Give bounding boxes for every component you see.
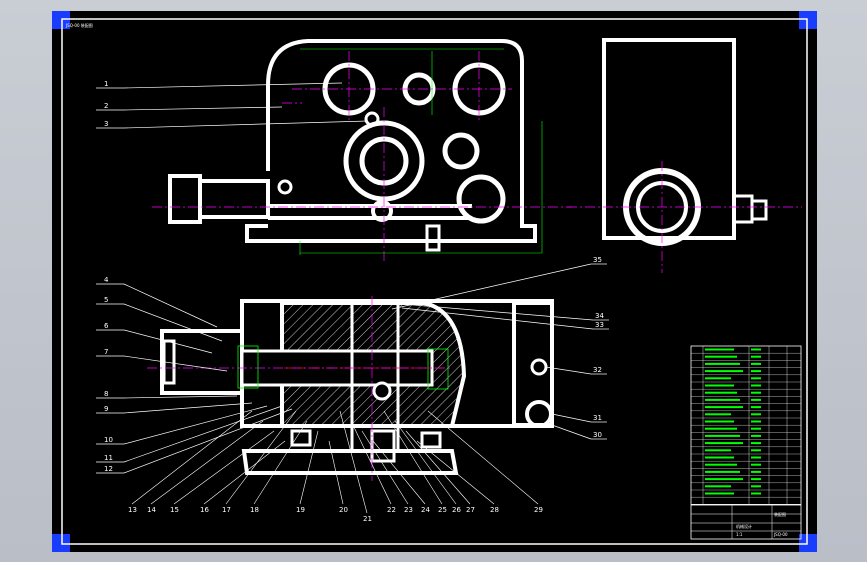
part-label-26: 26 xyxy=(452,506,461,514)
part-label-22: 22 xyxy=(387,506,396,514)
section-view xyxy=(160,299,554,475)
part-label-8: 8 xyxy=(104,390,108,398)
part-label-34: 34 xyxy=(595,312,604,320)
part-label-13: 13 xyxy=(128,506,137,514)
part-label-5: 5 xyxy=(104,296,108,304)
part-label-19: 19 xyxy=(296,506,305,514)
part-label-14: 14 xyxy=(147,506,156,514)
part-label-16: 16 xyxy=(200,506,209,514)
title-block-drawing-number: JSQ-00 xyxy=(773,532,788,537)
part-label-10: 10 xyxy=(104,436,113,444)
parts-list-table xyxy=(690,345,802,505)
part-label-17: 17 xyxy=(222,506,231,514)
part-label-9: 9 xyxy=(104,405,108,413)
drawing-border xyxy=(61,18,808,545)
part-label-29: 29 xyxy=(534,506,543,514)
title-block: 机械设计 装配图 JSQ-00 1:1 xyxy=(690,504,802,540)
part-label-4: 4 xyxy=(104,276,109,284)
title-block-company: 机械设计 xyxy=(736,523,752,529)
part-label-15: 15 xyxy=(170,506,179,514)
part-label-28: 28 xyxy=(490,506,499,514)
part-label-7: 7 xyxy=(104,348,108,356)
cad-drawing: JSQ-00 装配图 机械设计 装配图 JSQ-00 1:1 123456789… xyxy=(61,18,808,545)
part-label-18: 18 xyxy=(250,506,259,514)
drawing-sheet: JSQ-00 装配图 机械设计 装配图 JSQ-00 1:1 1 2 3 4 5… xyxy=(52,11,817,552)
part-label-20: 20 xyxy=(339,506,348,514)
part-label-27: 27 xyxy=(466,506,475,514)
part-label-1: 1 xyxy=(104,80,108,88)
part-label-12: 12 xyxy=(104,465,113,473)
part-label-11: 11 xyxy=(104,454,113,462)
title-block-scale: 1:1 xyxy=(736,532,743,537)
part-label-6: 6 xyxy=(104,322,109,330)
corner-code: JSQ-00 装配图 xyxy=(65,22,93,28)
part-label-21: 21 xyxy=(363,515,372,523)
part-label-3: 3 xyxy=(104,120,108,128)
part-label-33: 33 xyxy=(595,321,604,329)
front-view xyxy=(168,39,537,252)
part-label-30: 30 xyxy=(593,431,602,439)
part-label-25: 25 xyxy=(438,506,447,514)
part-label-23: 23 xyxy=(404,506,413,514)
part-label-31: 31 xyxy=(593,414,602,422)
part-label-2: 2 xyxy=(104,102,108,110)
title-block-drawing-title: 装配图 xyxy=(774,511,786,517)
part-label-24: 24 xyxy=(421,506,430,514)
part-label-32: 32 xyxy=(593,366,602,374)
side-view xyxy=(602,38,768,246)
part-label-35: 35 xyxy=(593,256,602,264)
